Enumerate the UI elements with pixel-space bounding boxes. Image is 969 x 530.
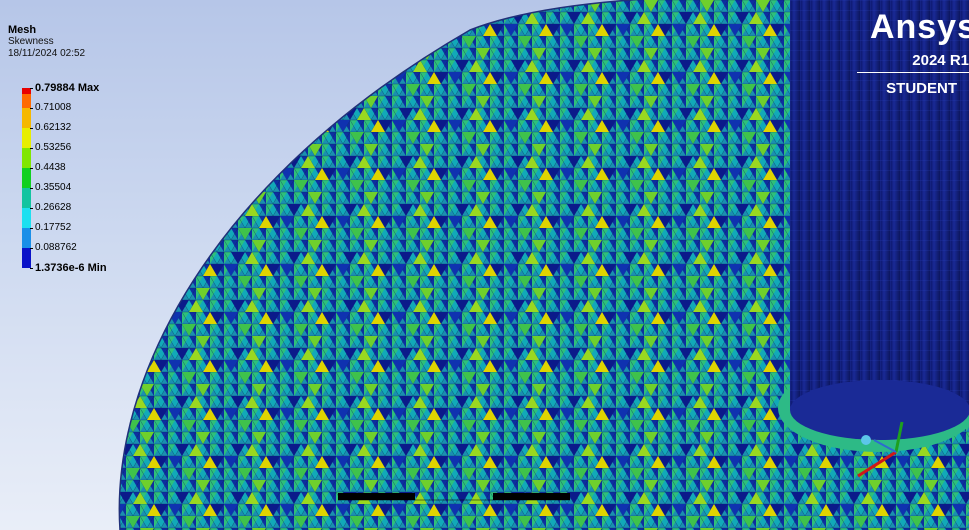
legend-swatch — [22, 148, 31, 168]
graphics-viewport[interactable] — [0, 0, 969, 530]
legend-tick — [30, 268, 33, 269]
legend-label: 0.4438 — [35, 162, 66, 173]
legend-label: 0.79884 Max — [35, 82, 100, 94]
legend-swatch — [22, 108, 31, 128]
legend-label: 0.17752 — [35, 222, 72, 233]
legend-label: 0.26628 — [35, 202, 72, 213]
legend-tick — [30, 88, 33, 89]
legend-label: 0.35504 — [35, 182, 72, 193]
legend-label: 0.71008 — [35, 102, 72, 113]
legend-label: 0.088762 — [35, 242, 77, 253]
legend-swatch — [22, 168, 31, 188]
legend-label: 1.3736e-6 Min — [35, 262, 107, 274]
legend-panel: Mesh Skewness 18/11/2024 02:52 0.79884 M… — [8, 24, 168, 274]
legend-tick — [30, 188, 33, 189]
legend-timestamp: 18/11/2024 02:52 — [8, 48, 86, 59]
brand-divider — [857, 72, 969, 73]
ansys-logo: Ansys 2024 R1 STUDENT — [853, 8, 969, 104]
legend-swatch — [22, 208, 31, 228]
legend-variable: Skewness — [8, 36, 54, 47]
legend-tick — [30, 168, 33, 169]
legend-tick — [30, 208, 33, 209]
legend-swatch — [22, 188, 31, 208]
legend-colorbar — [22, 88, 31, 268]
legend-tick — [30, 148, 33, 149]
legend-swatch — [22, 228, 31, 248]
legend-swatch — [22, 248, 31, 268]
brand-version: 2024 R1 — [912, 52, 969, 69]
legend-title: Mesh — [8, 24, 37, 36]
legend-tick — [30, 108, 33, 109]
brand-edition: STUDENT — [886, 80, 957, 97]
legend-label: 0.62132 — [35, 122, 72, 133]
brand-name: Ansys — [869, 8, 969, 46]
legend-tick — [30, 128, 33, 129]
legend-tick — [30, 228, 33, 229]
legend-label: 0.53256 — [35, 142, 72, 153]
legend-tick — [30, 248, 33, 249]
legend-swatch — [22, 128, 31, 148]
